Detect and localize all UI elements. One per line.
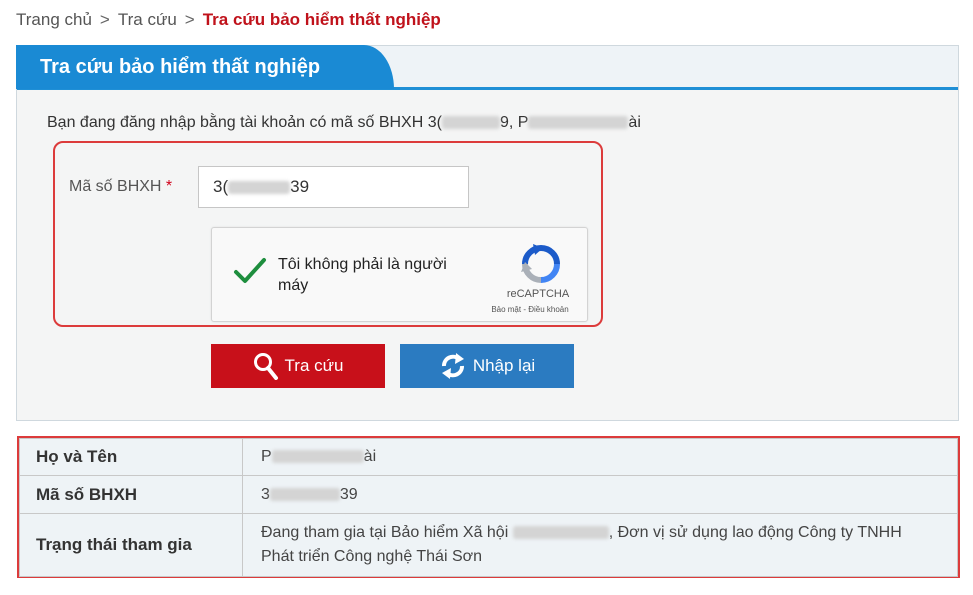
- bhxh-code-end: 39: [339, 485, 358, 503]
- bhxh-label-text: Mã số BHXH: [69, 178, 162, 195]
- result-table: Họ và Tên Pài Mã số BHXH 3 39 Trạng thái …: [17, 436, 960, 578]
- login-info-text: Bạn đang đăng nhập bằng tài khoản có mã …: [47, 114, 641, 132]
- name-end: ài: [363, 448, 377, 465]
- bhxh-field-label: Mã số BHXH *: [69, 178, 172, 196]
- breadcrumb-current: Tra cứu bảo hiểm thất nghiệp: [202, 10, 441, 29]
- panel-title: Tra cứu bảo hiểm thất nghiệp: [16, 45, 394, 89]
- login-code-end: 9, P: [499, 114, 529, 131]
- recaptcha-logo-icon: [521, 244, 560, 283]
- redacted-bhxh-value: [228, 181, 291, 195]
- row-value: Pài: [242, 438, 958, 476]
- bhxh-code-start: 3: [261, 485, 270, 503]
- breadcrumb: Trang chủ > Tra cứu > Tra cứu bảo hiểm thất …: [16, 10, 441, 30]
- row-value: Đang tham gia tại Bảo hiểm Xã hội , Đơn …: [242, 513, 958, 577]
- recaptcha-label: Tôi không phải là người máy: [278, 256, 447, 294]
- redacted-code: [441, 116, 500, 130]
- search-button-label: Tra cứu: [284, 356, 344, 375]
- login-name-end: ài: [628, 114, 641, 131]
- login-code-start: 3(: [427, 114, 442, 131]
- refresh-icon: [441, 353, 464, 379]
- row-key: Mã số BHXH: [19, 475, 243, 514]
- breadcrumb-separator: >: [99, 10, 110, 29]
- row-value: 3 39: [242, 475, 958, 514]
- bhxh-input[interactable]: 3( 39: [198, 166, 469, 208]
- search-button[interactable]: Tra cứu: [211, 344, 385, 388]
- breadcrumb-home-link[interactable]: Trang chủ: [16, 10, 92, 29]
- recaptcha-widget: Tôi không phải là người máy reCAPTCHA Bả…: [211, 227, 588, 322]
- required-mark: *: [165, 178, 173, 195]
- recaptcha-terms-link[interactable]: Bảo mật - Điều khoản: [470, 305, 590, 314]
- search-icon: [253, 353, 278, 380]
- row-key: Trạng thái tham gia: [19, 513, 243, 577]
- row-key: Họ và Tên: [19, 438, 243, 476]
- status-prefix: Đang tham gia tại Bảo hiểm Xã hội: [261, 524, 509, 541]
- bhxh-value-end: 39: [290, 177, 310, 196]
- panel-header: Tra cứu bảo hiểm thất nghiệp: [16, 45, 958, 90]
- breadcrumb-lookup-link[interactable]: Tra cứu: [118, 10, 177, 29]
- redacted-location: [512, 526, 609, 540]
- login-info-prefix: Bạn đang đăng nhập bằng tài khoản có mã …: [47, 114, 424, 131]
- bhxh-value-start: 3(: [213, 177, 229, 196]
- redacted-name: [528, 116, 629, 130]
- table-row: Họ và Tên Pài: [19, 438, 958, 476]
- name-start: P: [261, 448, 272, 465]
- redacted-bhxh-code: [269, 487, 340, 501]
- table-row: Trạng thái tham gia Đang tham gia tại Bả…: [19, 513, 958, 577]
- recaptcha-brand: reCAPTCHA: [506, 288, 570, 300]
- breadcrumb-separator: >: [184, 10, 195, 29]
- redacted-name: [271, 450, 364, 464]
- reset-button[interactable]: Nhập lại: [400, 344, 574, 388]
- checkmark-icon[interactable]: [233, 256, 267, 286]
- table-row: Mã số BHXH 3 39: [19, 475, 958, 514]
- reset-button-label: Nhập lại: [472, 356, 536, 375]
